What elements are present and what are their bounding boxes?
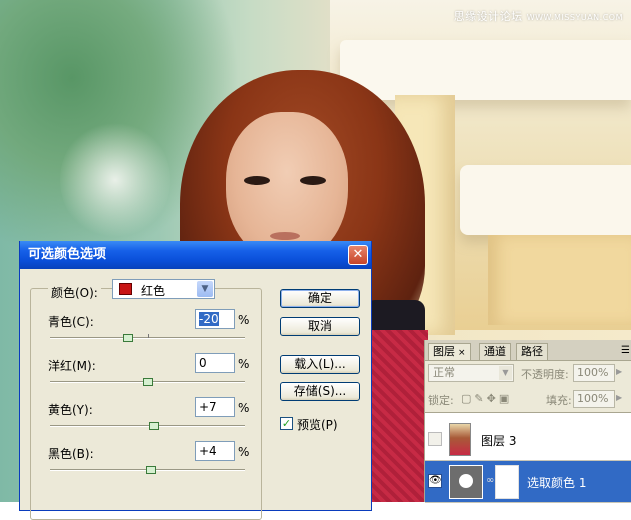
slider-value-text: +4 <box>199 444 217 458</box>
layer-name: 选取颜色 1 <box>527 476 587 490</box>
woman-eye-left <box>244 176 270 185</box>
layer-row[interactable]: 图层 3 <box>425 419 631 461</box>
slider-label: 青色(C): <box>48 315 94 329</box>
tab-layers[interactable]: 图层 × <box>428 343 471 360</box>
woman-eye-right <box>300 176 326 185</box>
tab-paths[interactable]: 路径 <box>516 343 548 360</box>
woman-lips <box>270 232 300 240</box>
adjustment-layer-icon <box>449 465 483 499</box>
selective-color-dialog: 可选颜色选项 ✕ 颜色(O): 红色 ▼ 确定 取消 载入(L)... 存储(S… <box>19 241 372 520</box>
visibility-toggle[interactable] <box>428 432 442 446</box>
woman-sweater <box>370 330 428 502</box>
opacity-arrow-icon[interactable]: ▶ <box>616 367 622 376</box>
building-column-lower <box>488 235 631 325</box>
red-swatch <box>119 283 132 295</box>
building-ledge-lower <box>460 165 631 235</box>
percent-unit: % <box>238 313 250 327</box>
close-icon[interactable]: ✕ <box>348 245 368 265</box>
save-button[interactable]: 存储(S)... <box>280 382 360 401</box>
colors-dropdown[interactable]: 红色 ▼ <box>112 279 215 299</box>
load-button[interactable]: 载入(L)... <box>280 355 360 374</box>
slider-value-input[interactable]: +7 <box>195 397 235 417</box>
slider-value-text: 0 <box>199 356 207 370</box>
panel-menu-icon[interactable]: ☰ <box>621 345 630 356</box>
fill-label: 填充: <box>546 394 572 407</box>
slider-track[interactable] <box>50 425 245 427</box>
preview-label: 预览(P) <box>297 418 338 432</box>
slider-value-input[interactable]: -20 <box>195 309 235 329</box>
watermark: 思缘设计论坛 WWW.MISSYUAN.COM <box>454 8 623 24</box>
layer-name: 图层 3 <box>481 434 517 448</box>
slider-value-input[interactable]: 0 <box>195 353 235 373</box>
blend-mode-value: 正常 <box>433 366 455 379</box>
opacity-label: 不透明度: <box>521 368 569 381</box>
chevron-down-icon[interactable]: ▼ <box>197 281 213 297</box>
opacity-input[interactable]: 100% <box>573 364 615 382</box>
watermark-text: 思缘设计论坛 <box>453 10 523 23</box>
slider-label: 黄色(Y): <box>48 403 93 417</box>
panel-tabs: 图层 × 通道 路径 ☰ <box>425 340 631 361</box>
percent-unit: % <box>238 357 250 371</box>
layer-row-selected[interactable]: 👁 ∞ 选取颜色 1 <box>425 461 631 503</box>
tab-paths-label: 路径 <box>521 345 543 358</box>
layer-thumbnail <box>449 423 471 456</box>
cancel-button[interactable]: 取消 <box>280 317 360 336</box>
lock-label: 锁定: <box>428 394 454 407</box>
chevron-down-icon[interactable]: ▼ <box>499 366 512 380</box>
dialog-title: 可选颜色选项 <box>28 247 107 262</box>
layers-panel: 图层 × 通道 路径 ☰ 正常 ▼ 不透明度: 100% ▶ 锁定: ▢✎✥▣ 填… <box>424 340 631 503</box>
slider-value-text: -20 <box>199 312 219 326</box>
preview-checkbox[interactable]: ✓ <box>280 417 293 430</box>
colors-dropdown-value: 红色 <box>141 284 166 298</box>
tab-channels-label: 通道 <box>484 345 506 358</box>
fill-input[interactable]: 100% <box>573 390 615 408</box>
watermark-url: WWW.MISSYUAN.COM <box>526 13 623 22</box>
slider-value-input[interactable]: +4 <box>195 441 235 461</box>
layer-mask-thumbnail[interactable] <box>495 465 519 499</box>
dialog-titlebar[interactable]: 可选颜色选项 ✕ <box>20 241 371 269</box>
tab-channels[interactable]: 通道 <box>479 343 511 360</box>
tab-close-icon[interactable]: × <box>458 348 466 358</box>
tab-layers-label: 图层 <box>433 345 455 358</box>
colors-label: 颜色(O): <box>48 284 101 301</box>
blend-mode-select[interactable]: 正常 ▼ <box>428 364 514 382</box>
slider-label: 黑色(B): <box>48 447 94 461</box>
building-ledge <box>340 40 631 100</box>
fill-arrow-icon[interactable]: ▶ <box>616 393 622 402</box>
layers-list: 图层 3 👁 ∞ 选取颜色 1 <box>425 412 631 503</box>
lock-icons[interactable]: ▢✎✥▣ <box>461 392 512 405</box>
percent-unit: % <box>238 445 250 459</box>
slider-value-text: +7 <box>199 400 217 414</box>
eye-icon[interactable]: 👁 <box>428 474 442 488</box>
percent-unit: % <box>238 401 250 415</box>
slider-center-tick <box>147 334 149 338</box>
light-blur <box>60 120 170 240</box>
link-chain-icon[interactable]: ∞ <box>486 475 494 486</box>
ok-button[interactable]: 确定 <box>280 289 360 308</box>
slider-label: 洋红(M): <box>48 359 96 373</box>
